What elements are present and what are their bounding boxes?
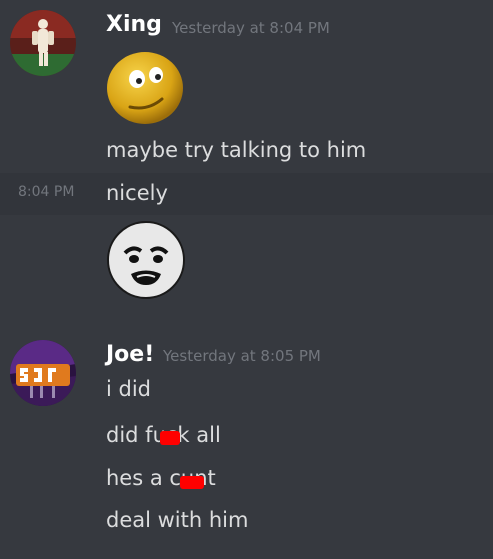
censor-mark <box>160 431 180 445</box>
message-text: nicely <box>106 181 168 205</box>
message-text: deal with him <box>106 508 249 532</box>
joe-avatar[interactable] <box>10 340 76 406</box>
censor-mark <box>180 476 204 489</box>
smirking-face-emoji[interactable] <box>104 45 186 127</box>
message-timestamp: Yesterday at 8:04 PM <box>172 19 330 37</box>
message-text: maybe try talking to him <box>106 138 367 162</box>
author-name[interactable]: Joe! <box>106 342 154 367</box>
author-name[interactable]: Xing <box>106 12 162 37</box>
me-gusta-face-emoji[interactable] <box>105 219 187 301</box>
chat-messages: Xing Yesterday at 8:04 PM maybe try talk… <box>0 0 493 559</box>
message-text: i did <box>106 377 152 401</box>
message-timestamp: Yesterday at 8:05 PM <box>163 347 321 365</box>
hover-timestamp: 8:04 PM <box>18 184 75 200</box>
xing-avatar[interactable] <box>10 10 76 76</box>
